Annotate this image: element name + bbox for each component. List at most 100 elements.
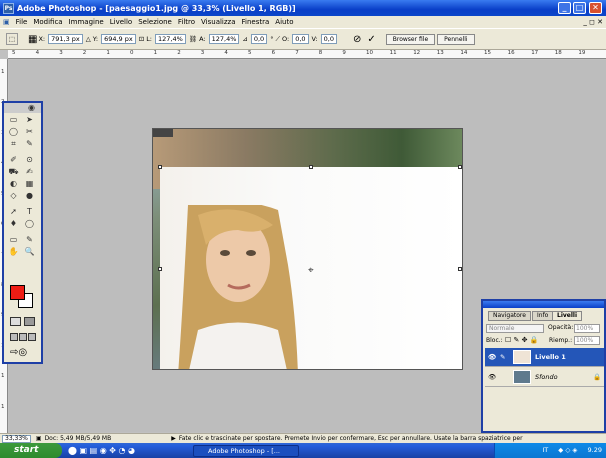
screen-mode-full-menu-icon[interactable] bbox=[19, 333, 27, 341]
layer-thumbnail bbox=[513, 350, 531, 364]
close-button[interactable]: ✕ bbox=[589, 2, 602, 14]
h-skew-input[interactable]: 0,0 bbox=[292, 34, 309, 44]
eye-icon[interactable]: 👁 bbox=[488, 353, 496, 361]
transform-handle-tc[interactable] bbox=[309, 165, 313, 169]
minimize-button[interactable]: _ bbox=[558, 2, 571, 14]
angle-input[interactable]: 0,0 bbox=[250, 34, 268, 44]
ruler-tick-label: 3 bbox=[200, 50, 205, 56]
document-window-controls[interactable]: _ ◻ ✕ bbox=[583, 18, 603, 26]
tab-livelli[interactable]: Livelli bbox=[552, 311, 583, 321]
transform-handle-tl[interactable] bbox=[158, 165, 162, 169]
brush-icon: ✎ bbox=[500, 353, 506, 361]
reference-point-icon[interactable]: ▦ bbox=[28, 34, 37, 45]
window-title: Adobe Photoshop - [paesaggio1.jpg @ 33,3… bbox=[17, 3, 296, 13]
cancel-transform-icon[interactable]: ⊘ bbox=[353, 34, 361, 45]
skew-icon: ⟋ bbox=[275, 34, 280, 43]
menu-file[interactable]: File bbox=[16, 18, 28, 26]
menu-selezione[interactable]: Selezione bbox=[138, 18, 172, 26]
width-input[interactable]: 127,4% bbox=[155, 34, 186, 44]
crop-tool-icon[interactable]: ⌗ bbox=[8, 139, 19, 149]
menu-finestra[interactable]: Finestra bbox=[242, 18, 270, 26]
quick-launch-icons[interactable]: ⬤ ▣ ▤ ◉ ✥ ◔ ◕ bbox=[68, 446, 135, 455]
tray-icons[interactable]: ◆ ◇ ◈ bbox=[558, 446, 577, 454]
document-window[interactable]: ⌖ bbox=[152, 128, 463, 370]
x-input[interactable]: 791,3 px bbox=[48, 34, 83, 44]
zoom-tool-icon[interactable]: 🔍 bbox=[24, 247, 35, 257]
healing-brush-icon[interactable]: ✐ bbox=[8, 155, 19, 165]
taskbar-photoshop-item[interactable]: Adobe Photoshop - [... bbox=[193, 445, 299, 457]
notes-tool-icon[interactable]: ▭ bbox=[8, 235, 19, 245]
layer-image-portrait[interactable]: ⌖ bbox=[158, 165, 462, 369]
quick-mask-icon[interactable] bbox=[24, 317, 35, 326]
layer-row-sfondo[interactable]: 👁 Sfondo 🔒 bbox=[485, 368, 604, 387]
lock-label: Bloc.: bbox=[486, 337, 503, 344]
marquee-tool-icon[interactable]: ▭ bbox=[8, 115, 19, 125]
tool-palette: ◉ ▭ ➤ ◯ ✂ ⌗ ✎ ✐ ⊙ ⛟ ✍ ◐ ▦ ◇ ● ➚ T ♦ ◯ ▭ … bbox=[2, 101, 43, 364]
eraser-tool-icon[interactable]: ◐ bbox=[8, 179, 19, 189]
height-input[interactable]: 127,4% bbox=[208, 34, 240, 44]
browser-file-tab[interactable]: Browser file bbox=[385, 33, 436, 45]
transform-center-icon[interactable]: ⌖ bbox=[308, 265, 314, 276]
ruler-tick-label: 18 bbox=[554, 50, 562, 56]
layer-row-livello-1[interactable]: 👁 ✎ Livello 1 bbox=[485, 348, 604, 367]
foreground-color-swatch[interactable] bbox=[10, 285, 25, 300]
menu-immagine[interactable]: Immagine bbox=[69, 18, 104, 26]
gradient-tool-icon[interactable]: ▦ bbox=[24, 179, 35, 189]
link-icon[interactable]: ⛓ bbox=[189, 35, 197, 43]
shape-tool-icon[interactable]: ◯ bbox=[24, 219, 35, 229]
blur-tool-icon[interactable]: ◇ bbox=[8, 191, 19, 201]
y-input[interactable]: 694,9 px bbox=[101, 34, 136, 44]
jump-to-imageready-icon[interactable]: ⇨◎ bbox=[10, 347, 36, 359]
pen-tool-icon[interactable]: ♦ bbox=[8, 219, 19, 229]
status-hint: Fate clic e trascinate per spostare. Pre… bbox=[178, 435, 523, 442]
screen-mode-full-icon[interactable] bbox=[28, 333, 36, 341]
history-brush-icon[interactable]: ✍ bbox=[24, 167, 35, 177]
layers-palette-titlebar[interactable] bbox=[483, 301, 604, 308]
y-label: Y: bbox=[92, 35, 99, 43]
layer-thumbnail bbox=[513, 370, 531, 384]
ruler-tick-label: 0 bbox=[130, 50, 134, 56]
transform-handle-mr[interactable] bbox=[458, 267, 462, 271]
tool-preset-icon[interactable]: ⬚ bbox=[6, 33, 18, 45]
transform-handle-ml[interactable] bbox=[158, 267, 162, 271]
slice-tool-icon[interactable]: ✎ bbox=[24, 139, 35, 149]
start-button[interactable]: start bbox=[0, 443, 62, 458]
menu-visualizza[interactable]: Visualizza bbox=[201, 18, 235, 26]
doc-size-icon[interactable]: ▣ bbox=[36, 435, 42, 442]
eyedropper-tool-icon[interactable]: ✎ bbox=[24, 235, 35, 245]
stamp-tool-icon[interactable]: ⛟ bbox=[8, 167, 19, 177]
lasso-tool-icon[interactable]: ◯ bbox=[8, 127, 19, 137]
menu-aiuto[interactable]: Aiuto bbox=[275, 18, 293, 26]
layer-name: Sfondo bbox=[535, 373, 558, 381]
tab-navigatore[interactable]: Navigatore bbox=[488, 311, 531, 321]
photoshop-eye-icon[interactable]: ◉ bbox=[26, 103, 37, 113]
brushes-tab[interactable]: Pennelli bbox=[437, 33, 475, 45]
path-selection-icon[interactable]: ➚ bbox=[8, 207, 19, 217]
ruler-tick-label: 19 bbox=[578, 50, 586, 56]
dodge-tool-icon[interactable]: ● bbox=[24, 191, 35, 201]
v-skew-input[interactable]: 0,0 bbox=[320, 34, 337, 44]
menu-modifica[interactable]: Modifica bbox=[33, 18, 62, 26]
type-tool-icon[interactable]: T bbox=[24, 207, 35, 217]
language-indicator[interactable]: IT bbox=[542, 446, 548, 454]
confirm-transform-icon[interactable]: ✓ bbox=[367, 34, 375, 45]
ruler-tick-label: 14 bbox=[460, 50, 468, 56]
transform-handle-tr[interactable] bbox=[458, 165, 462, 169]
standard-mode-icon[interactable] bbox=[10, 317, 21, 326]
doc-window-controls[interactable] bbox=[153, 129, 173, 137]
hand-tool-icon[interactable]: ✋ bbox=[8, 247, 19, 257]
zoom-field[interactable]: 33,33% bbox=[2, 434, 31, 443]
menu-filtro[interactable]: Filtro bbox=[178, 18, 195, 26]
menu-livello[interactable]: Livello bbox=[110, 18, 132, 26]
move-tool-icon[interactable]: ➤ bbox=[24, 115, 35, 125]
magic-wand-tool-icon[interactable]: ✂ bbox=[24, 127, 35, 137]
tab-info[interactable]: Info bbox=[532, 311, 554, 321]
maximize-button[interactable]: □ bbox=[573, 2, 586, 14]
fill-input[interactable]: 100% bbox=[574, 336, 600, 345]
lock-icons[interactable]: ☐ ✎ ✥ 🔒 bbox=[505, 336, 538, 344]
brush-tool-icon[interactable]: ⊙ bbox=[24, 155, 35, 165]
screen-mode-standard-icon[interactable] bbox=[10, 333, 18, 341]
blend-mode-select[interactable]: Normale bbox=[486, 324, 544, 333]
eye-icon[interactable]: 👁 bbox=[488, 373, 496, 381]
opacity-input[interactable]: 100% bbox=[574, 324, 600, 333]
